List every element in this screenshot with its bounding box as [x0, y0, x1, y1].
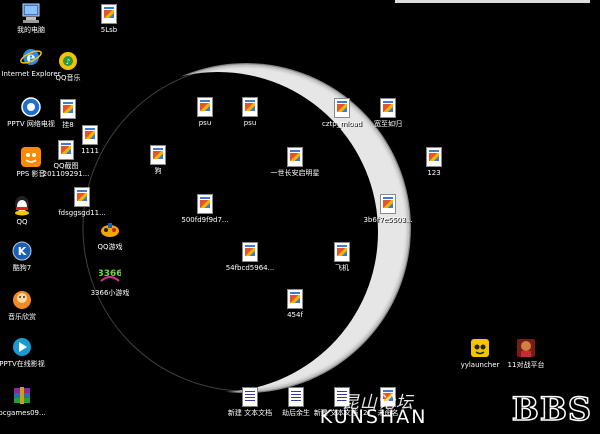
kugou-icon: K — [11, 240, 33, 262]
qq-penguin-icon — [11, 194, 33, 216]
music-box-icon — [11, 289, 33, 311]
image-file-icon — [334, 98, 350, 118]
desktop-icon-123[interactable]: 123 — [404, 145, 464, 177]
image-file-icon — [334, 242, 350, 262]
desktop: 我的电脑 e Internet Explorer PPTV 网络电视 PPS 影… — [0, 0, 600, 434]
icon-label: pcgames09... — [0, 409, 46, 417]
icon-label: 我的电脑 — [17, 26, 45, 34]
icon-label: 11对战平台 — [507, 361, 545, 369]
icon-label: 一世长安启明星 — [270, 169, 320, 177]
icon-label: 音乐欣赏 — [8, 313, 36, 321]
svg-text:♪: ♪ — [66, 58, 70, 66]
image-file-icon — [60, 99, 76, 119]
icon-label: 飞机 — [335, 264, 349, 272]
desktop-icon-qq[interactable]: QQ — [0, 194, 52, 226]
image-file-icon — [287, 147, 303, 167]
image-file-icon — [74, 187, 90, 207]
desktop-icon-gou[interactable]: 狗 — [128, 143, 188, 175]
text-file-icon — [288, 387, 304, 407]
qq-games-icon — [99, 219, 121, 241]
3366-games-icon: 3366 — [97, 265, 123, 287]
icon-label: 3366小游戏 — [90, 289, 130, 297]
text-file-icon — [242, 387, 258, 407]
icon-label: QQ游戏 — [97, 243, 123, 251]
image-file-icon — [101, 4, 117, 24]
icon-label: 3b6f7e5503... — [363, 216, 413, 224]
kunshan-bbs-watermark: 昆山论坛 KUNSHAN BBS — [320, 389, 592, 429]
image-file-icon — [426, 147, 442, 167]
icon-label: 5Lsb — [100, 26, 118, 34]
desktop-icon-3366[interactable]: 3366 3366小游戏 — [80, 265, 140, 297]
desktop-icon-454f[interactable]: 454f — [265, 287, 325, 319]
icon-label: 宽至如归 — [374, 120, 402, 128]
desktop-icon-3b6[interactable]: 3b6f7e5503... — [358, 192, 418, 224]
desktop-icon-qq-screenshot[interactable]: QQ截图 201109291... — [36, 138, 96, 178]
icon-label: 酷狗7 — [12, 264, 32, 272]
desktop-icon-pptv-online[interactable]: PPTV在线影视 — [0, 336, 52, 368]
watermark-bbs-text: BBS — [511, 389, 592, 429]
icon-label: 500fd9f9d7... — [181, 216, 229, 224]
desktop-icon-54fbcd[interactable]: 54fbcd5964... — [220, 240, 280, 272]
svg-text:K: K — [18, 245, 27, 258]
icon-label: 狗 — [154, 167, 162, 175]
image-file-icon — [287, 289, 303, 309]
winrar-archive-icon — [11, 385, 33, 407]
qq-music-icon: ♪ — [57, 50, 79, 72]
desktop-icon-5lsb[interactable]: 5Lsb — [79, 2, 139, 34]
icon-label: QQ截图 201109291... — [42, 162, 90, 178]
image-file-icon — [58, 140, 74, 160]
icon-label: QQ — [16, 218, 28, 226]
image-file-icon — [380, 194, 396, 214]
desktop-icon-feiji[interactable]: 飞机 — [312, 240, 372, 272]
pptv-online-icon — [11, 336, 33, 358]
desktop-icon-pcgames[interactable]: pcgames09... — [0, 385, 52, 417]
yy-launcher-icon — [469, 337, 491, 359]
desktop-icon-my-computer[interactable]: 我的电脑 — [1, 2, 61, 34]
desktop-icon-psu-2[interactable]: psu — [220, 95, 280, 127]
desktop-icon-qq-games[interactable]: QQ游戏 — [80, 219, 140, 251]
icon-label: psu — [243, 119, 257, 127]
window-edge — [395, 0, 590, 3]
image-file-icon — [197, 194, 213, 214]
desktop-icon-fdsggsgd[interactable]: fdsggsgd11... — [52, 185, 112, 217]
image-file-icon — [242, 97, 258, 117]
image-file-icon — [197, 97, 213, 117]
icon-label: 123 — [427, 169, 441, 177]
desktop-icon-yishi[interactable]: 一世长安启明星 — [265, 145, 325, 177]
desktop-icon-kuanzhi[interactable]: 宽至如归 — [358, 96, 418, 128]
icon-label: 54fbcd5964... — [225, 264, 275, 272]
computer-icon — [20, 2, 42, 24]
icon-label: QQ音乐 — [55, 74, 81, 82]
desktop-icon-11platform[interactable]: 11对战平台 — [496, 337, 556, 369]
icon-label: 454f — [287, 311, 303, 319]
watermark-english-text: KUNSHAN — [319, 406, 428, 428]
image-file-icon — [150, 145, 166, 165]
desktop-icon-kugou[interactable]: K 酷狗7 — [0, 240, 52, 272]
desktop-icon-qq-music[interactable]: ♪ QQ音乐 — [38, 50, 98, 82]
image-file-icon — [380, 98, 396, 118]
desktop-icon-music-box[interactable]: 音乐欣赏 — [0, 289, 52, 321]
desktop-icon-500fd[interactable]: 500fd9f9d7... — [175, 192, 235, 224]
icon-label: fdsggsgd11... — [58, 209, 106, 217]
11-platform-icon — [515, 337, 537, 359]
icon-label: PPTV在线影视 — [0, 360, 45, 368]
image-file-icon — [242, 242, 258, 262]
